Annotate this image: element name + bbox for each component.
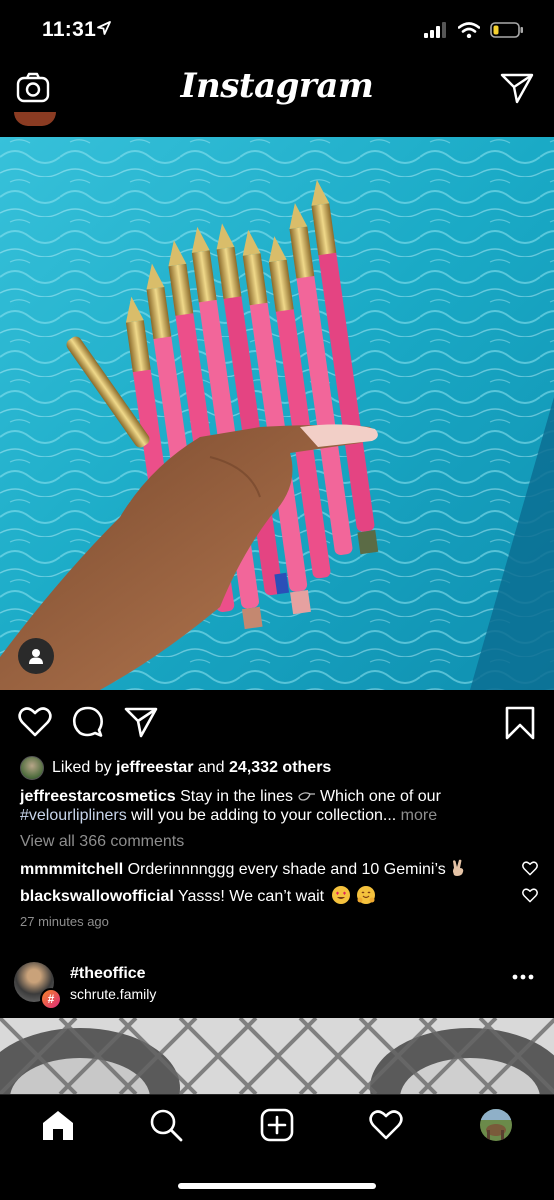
direct-message-icon[interactable] (500, 72, 534, 104)
new-post-icon (260, 1108, 294, 1142)
next-post-username[interactable]: schrute.family (70, 986, 156, 1002)
hashtag-badge: # (40, 988, 62, 1010)
post-timestamp: 27 minutes ago (20, 914, 109, 929)
hugging-face-emoji (357, 886, 376, 904)
bottom-tab-bar (0, 1094, 554, 1200)
comment-username[interactable]: mmmmitchell (20, 861, 123, 878)
comment-like-icon[interactable] (522, 888, 538, 903)
post-caption: jeffreestarcosmetics Stay in the lines W… (20, 787, 540, 825)
caption-text-1: Stay in the lines (180, 788, 294, 805)
status-time: 11:31 (42, 18, 97, 41)
tab-activity[interactable] (368, 1107, 404, 1143)
wifi-icon (458, 22, 480, 38)
victory-hand-emoji (453, 859, 464, 876)
post-actions (0, 690, 554, 756)
signal-icon (424, 22, 446, 38)
pointing-finger-emoji (297, 792, 315, 801)
next-post-image (0, 1018, 554, 1094)
battery-icon (490, 22, 523, 38)
comment-text: Yasss! We can’t wait (177, 888, 325, 905)
tab-search[interactable] (148, 1107, 184, 1143)
caption-text-3: will you be adding to your collection... (131, 807, 397, 824)
tagged-people-button[interactable] (18, 638, 54, 674)
heart-icon[interactable] (18, 706, 52, 738)
caption-text-2: Which one of our (319, 788, 441, 805)
location-arrow-icon (97, 21, 111, 35)
status-icons (424, 22, 524, 38)
liked-by-user[interactable]: jeffreestar (116, 759, 193, 776)
person-icon (29, 649, 43, 664)
tab-home[interactable] (40, 1107, 76, 1143)
next-post-photo[interactable] (0, 1018, 554, 1094)
post-image (0, 137, 554, 690)
more-options-icon[interactable] (512, 974, 534, 980)
activity-heart-icon (369, 1110, 403, 1140)
tab-profile[interactable] (478, 1107, 514, 1143)
share-icon[interactable] (124, 706, 158, 738)
liked-by-others[interactable]: 24,332 others (229, 759, 331, 776)
profile-avatar (480, 1109, 512, 1141)
comment-like-icon[interactable] (522, 861, 538, 876)
next-post-hashtag[interactable]: #theoffice (70, 965, 146, 983)
search-icon (150, 1109, 183, 1142)
liked-by-prefix: Liked by (52, 759, 112, 776)
bookmark-icon[interactable] (505, 706, 535, 740)
likes-summary[interactable]: Liked by jeffreestar and 24,332 others (20, 756, 331, 780)
caption-hashtag[interactable]: #velourlipliners (20, 807, 127, 824)
post-photo[interactable] (0, 137, 554, 690)
previous-post-avatar[interactable] (14, 112, 56, 126)
liker-avatar[interactable] (20, 756, 44, 780)
liked-by-and: and (197, 759, 225, 776)
heart-eyes-emoji (331, 886, 350, 904)
caption-username[interactable]: jeffreestarcosmetics (20, 788, 176, 805)
comment-username[interactable]: blackswallowofficial (20, 888, 174, 905)
app-header: Instagram (0, 62, 554, 118)
status-bar: 11:31 (0, 0, 554, 62)
comment-icon[interactable] (72, 706, 104, 738)
home-icon (43, 1111, 73, 1140)
view-all-comments-link[interactable]: View all 366 comments (20, 833, 184, 851)
next-post-header: # #theoffice schrute.family (0, 960, 554, 1016)
comment-row: blackswallowofficial Yasss! We can’t wai… (20, 886, 540, 906)
comment-row: mmmmitchell Orderinnnnggg every shade an… (20, 859, 540, 879)
home-indicator (178, 1183, 376, 1189)
tab-new-post[interactable] (259, 1107, 295, 1143)
comment-text: Orderinnnnggg every shade and 10 Gemini’… (127, 861, 446, 878)
caption-more-link[interactable]: more (401, 807, 437, 824)
instagram-logo: Instagram (180, 66, 374, 106)
